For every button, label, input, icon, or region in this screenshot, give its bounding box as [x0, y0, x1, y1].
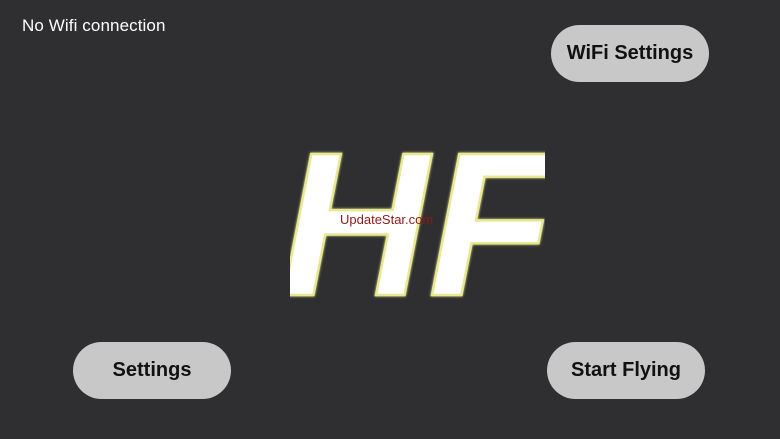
wifi-settings-label: WiFi Settings [566, 42, 694, 64]
start-flying-label: Start Flying [570, 359, 681, 381]
start-flying-button[interactable]: Start Flying [547, 342, 705, 399]
settings-label: Settings [112, 359, 192, 381]
wifi-settings-button[interactable]: WiFi Settings [551, 25, 709, 82]
settings-button[interactable]: Settings [73, 342, 231, 399]
watermark-text: UpdateStar.com [340, 212, 434, 227]
wifi-status-text: No Wifi connection [22, 16, 166, 35]
